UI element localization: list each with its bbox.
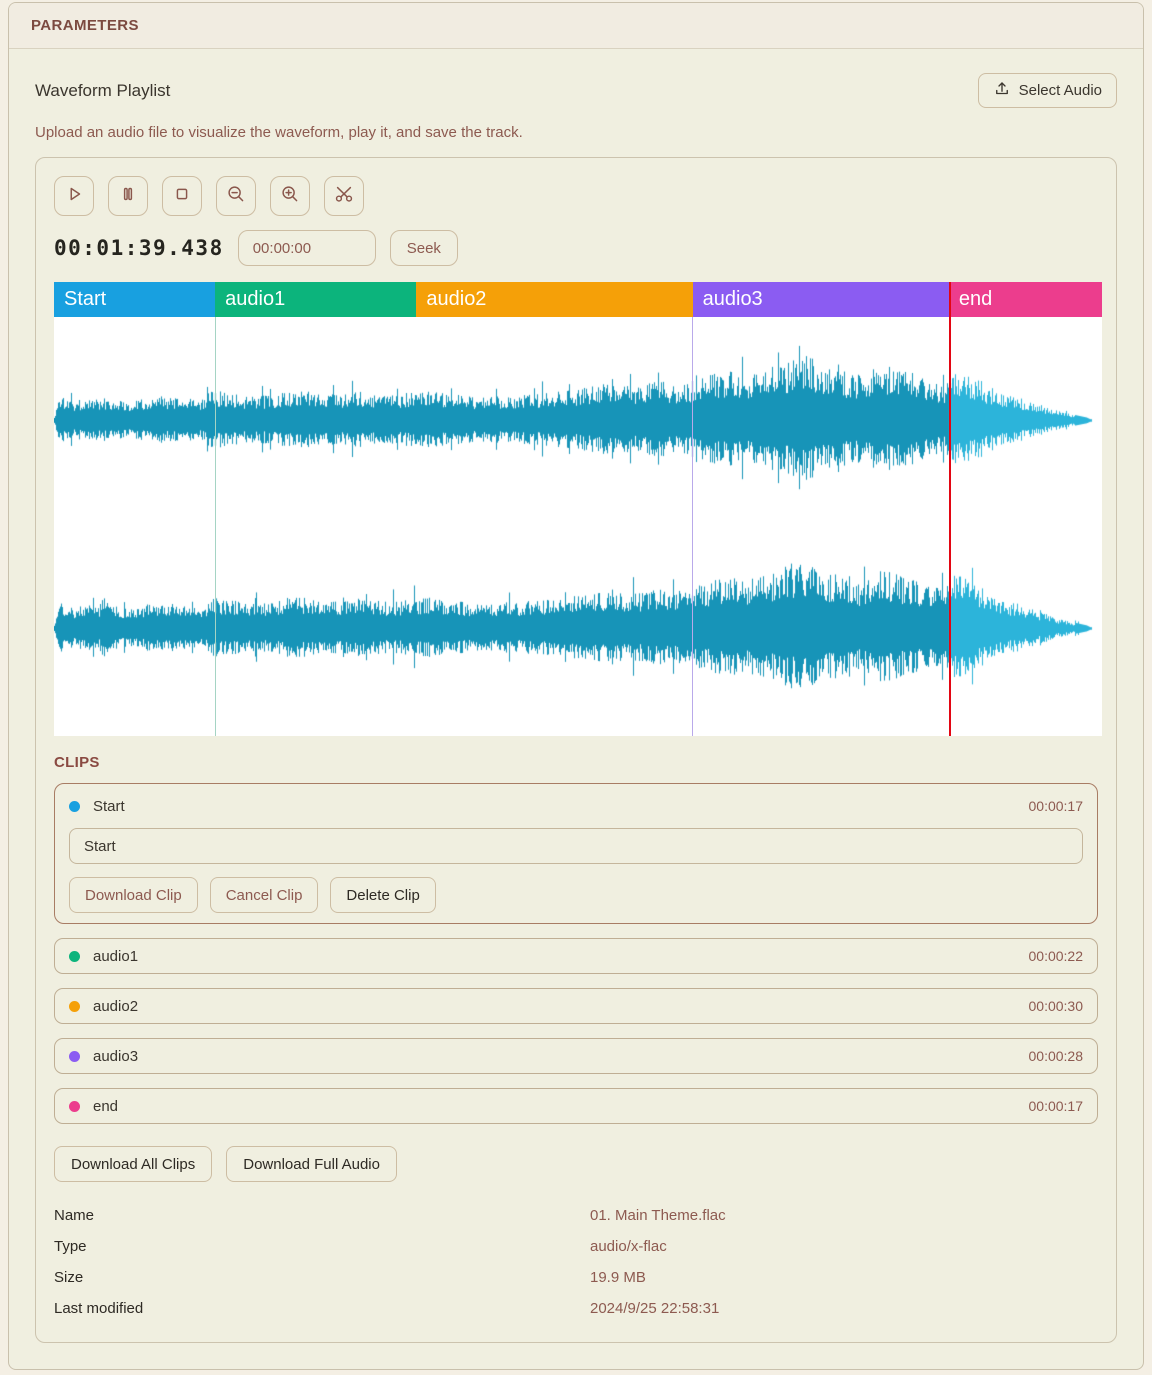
file-info-row: Name 01. Main Theme.flac [54, 1200, 1098, 1231]
download-clip-button[interactable]: Download Clip [69, 877, 198, 913]
cancel-clip-button[interactable]: Cancel Clip [210, 877, 319, 913]
page-title: Waveform Playlist [35, 81, 170, 101]
pause-button[interactable] [108, 176, 148, 216]
segment-audio3[interactable]: audio3 [693, 282, 949, 317]
select-audio-button[interactable]: Select Audio [978, 73, 1117, 108]
parameters-panel: PARAMETERS Waveform Playlist Select Audi… [8, 2, 1144, 1370]
page-subtitle: Upload an audio file to visualize the wa… [35, 124, 1117, 141]
select-audio-label: Select Audio [1019, 82, 1102, 99]
playhead-cursor[interactable] [949, 282, 951, 736]
panel-title: PARAMETERS [31, 17, 139, 34]
segment-boundary-line [215, 317, 216, 736]
delete-clip-button[interactable]: Delete Clip [330, 877, 435, 913]
info-value: 01. Main Theme.flac [590, 1207, 1098, 1224]
waveform-playlist: Start audio1 audio2 audio3 end [54, 282, 1102, 736]
seek-time-input[interactable] [238, 230, 376, 266]
zoom-in-icon [279, 183, 301, 209]
play-icon [63, 183, 85, 209]
clip-color-dot [69, 801, 80, 812]
file-info-row: Type audio/x-flac [54, 1231, 1098, 1262]
clip-name: Start [93, 798, 1029, 815]
clip-color-dot [69, 951, 80, 962]
segment-label-band: Start audio1 audio2 audio3 end [54, 282, 1102, 317]
file-info: Name 01. Main Theme.flac Type audio/x-fl… [54, 1200, 1098, 1324]
clip-row-audio3[interactable]: audio3 00:00:28 [54, 1038, 1098, 1074]
download-all-clips-button[interactable]: Download All Clips [54, 1146, 212, 1182]
file-info-row: Last modified 2024/9/25 22:58:31 [54, 1293, 1098, 1324]
pause-icon [117, 183, 139, 209]
clip-row-audio2[interactable]: audio2 00:00:30 [54, 988, 1098, 1024]
info-label: Type [54, 1238, 590, 1255]
file-info-row: Size 19.9 MB [54, 1262, 1098, 1293]
info-label: Name [54, 1207, 590, 1224]
upload-icon [993, 80, 1011, 102]
stop-icon [171, 183, 193, 209]
zoom-in-button[interactable] [270, 176, 310, 216]
info-value: 2024/9/25 22:58:31 [590, 1300, 1098, 1317]
info-label: Size [54, 1269, 590, 1286]
clip-duration: 00:00:30 [1029, 998, 1084, 1014]
clip-name: audio2 [93, 998, 1029, 1015]
stop-button[interactable] [162, 176, 202, 216]
download-full-audio-button[interactable]: Download Full Audio [226, 1146, 397, 1182]
clip-duration: 00:00:17 [1029, 798, 1084, 814]
clip-row-audio1[interactable]: audio1 00:00:22 [54, 938, 1098, 974]
panel-content: Waveform Playlist Select Audio Upload an… [9, 49, 1143, 1369]
clip-header-start[interactable]: Start 00:00:17 [69, 788, 1083, 824]
clip-name-input[interactable] [69, 828, 1083, 864]
segment-audio1[interactable]: audio1 [215, 282, 416, 317]
clips-heading: CLIPS [54, 754, 1098, 771]
segment-boundary-line [692, 317, 693, 736]
clip-duration: 00:00:17 [1029, 1098, 1084, 1114]
segment-audio2[interactable]: audio2 [416, 282, 692, 317]
clip-name: end [93, 1098, 1029, 1115]
segment-start[interactable]: Start [54, 282, 215, 317]
waveform-workspace: 00:01:39.438 Seek Start audio1 audio2 au… [35, 157, 1117, 1343]
panel-header: PARAMETERS [9, 3, 1143, 49]
clip-duration: 00:00:28 [1029, 1048, 1084, 1064]
clip-color-dot [69, 1051, 80, 1062]
waveform-canvas[interactable] [54, 317, 1102, 736]
clip-color-dot [69, 1101, 80, 1112]
clip-duration: 00:00:22 [1029, 948, 1084, 964]
current-time-display: 00:01:39.438 [54, 236, 224, 260]
seek-button[interactable]: Seek [390, 230, 458, 266]
transport-toolbar [54, 176, 1098, 216]
clip-color-dot [69, 1001, 80, 1012]
scissors-icon [333, 183, 355, 209]
clip-card-start: Start 00:00:17 Download Clip Cancel Clip… [54, 783, 1098, 924]
cut-button[interactable] [324, 176, 364, 216]
info-label: Last modified [54, 1300, 590, 1317]
clip-row-end[interactable]: end 00:00:17 [54, 1088, 1098, 1124]
zoom-out-icon [225, 183, 247, 209]
segment-end[interactable]: end [949, 282, 1102, 317]
play-button[interactable] [54, 176, 94, 216]
info-value: 19.9 MB [590, 1269, 1098, 1286]
waveform-area[interactable] [54, 317, 1102, 736]
zoom-out-button[interactable] [216, 176, 256, 216]
clip-name: audio1 [93, 948, 1029, 965]
info-value: audio/x-flac [590, 1238, 1098, 1255]
clip-name: audio3 [93, 1048, 1029, 1065]
